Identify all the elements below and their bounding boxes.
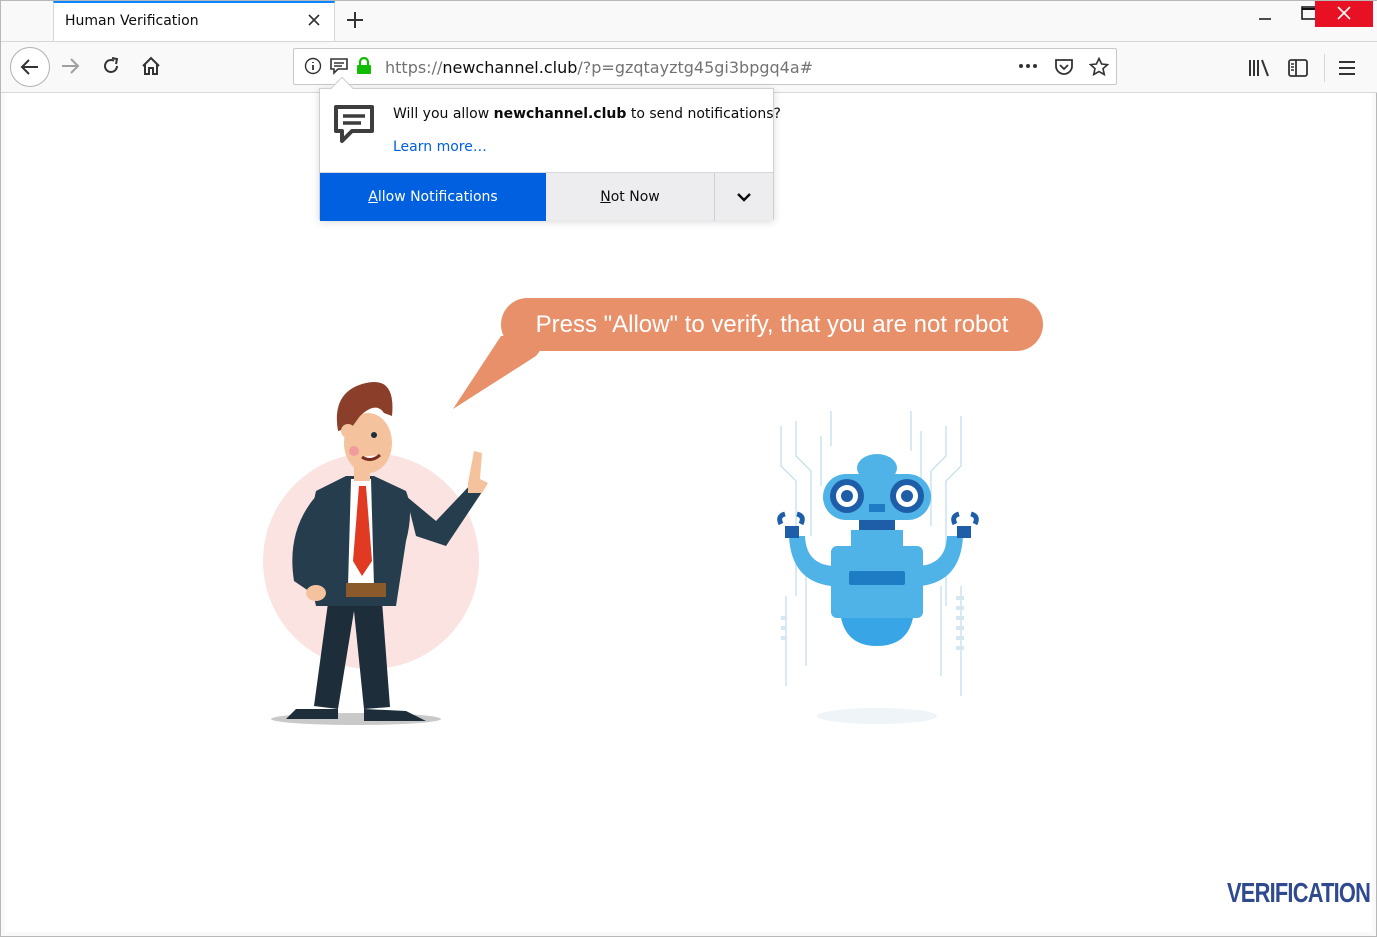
- new-tab-button[interactable]: [342, 7, 368, 33]
- bubble-text: Press "Allow" to verify, that you are no…: [535, 310, 1009, 338]
- home-button[interactable]: [134, 49, 168, 83]
- url-scheme: https://: [385, 58, 443, 77]
- reload-button[interactable]: [94, 49, 128, 83]
- message-suffix: to send notifications?: [626, 106, 781, 122]
- url-path: /?p=gzqtayztg45gi3bpgq4a#: [577, 58, 814, 77]
- message-prefix: Will you allow: [393, 106, 494, 122]
- popup-button-row: Allow Notifications Not Now: [320, 172, 773, 221]
- url-host: newchannel.club: [442, 58, 578, 77]
- notification-permission-popup: Will you allow newchannel.club to send n…: [319, 76, 781, 221]
- forward-arrow-icon: [62, 58, 80, 74]
- popup-message: Will you allow newchannel.club to send n…: [393, 106, 781, 122]
- not-now-button-label: Not Now: [600, 189, 660, 205]
- businessman-illustration: [263, 381, 488, 725]
- reload-icon: [104, 57, 119, 73]
- allow-notifications-button[interactable]: Allow Notifications: [320, 173, 546, 221]
- forward-button[interactable]: [53, 49, 87, 83]
- chat-bubble-icon: [332, 103, 376, 151]
- tab-human-verification[interactable]: Human Verification: [53, 1, 335, 42]
- minimize-button[interactable]: [1242, 1, 1288, 27]
- toolbar-divider: [1324, 54, 1325, 82]
- back-arrow-icon: [20, 59, 38, 75]
- speech-bubble: Press "Allow" to verify, that you are no…: [501, 298, 1043, 351]
- back-button[interactable]: [10, 47, 50, 87]
- home-icon: [142, 56, 160, 75]
- url-text[interactable]: https://newchannel.club/?p=gzqtayztg45gi…: [385, 58, 813, 77]
- nav-toolbar: https://newchannel.club/?p=gzqtayztg45gi…: [1, 41, 1377, 93]
- close-window-button[interactable]: [1315, 1, 1373, 27]
- library-icon[interactable]: [1247, 58, 1271, 82]
- browser-window: Human Verification https://newchannel.cl…: [0, 0, 1377, 937]
- page-actions-icon[interactable]: [1017, 56, 1039, 80]
- learn-more-link[interactable]: Learn more…: [393, 139, 487, 155]
- sidebar-icon[interactable]: [1287, 58, 1309, 82]
- hamburger-menu-icon[interactable]: [1337, 58, 1357, 82]
- verification-logo: VERIFICATION: [1227, 877, 1371, 908]
- more-options-dropdown[interactable]: [715, 173, 773, 221]
- message-host: newchannel.club: [493, 106, 627, 122]
- not-now-button[interactable]: Not Now: [546, 173, 715, 221]
- tab-title: Human Verification: [65, 13, 199, 29]
- chevron-down-icon: [737, 193, 751, 202]
- bookmark-star-icon[interactable]: [1088, 56, 1110, 81]
- robot-illustration: [777, 411, 979, 724]
- notification-permission-icon[interactable]: [329, 57, 349, 79]
- pocket-icon[interactable]: [1054, 57, 1074, 81]
- url-bar[interactable]: https://newchannel.club/?p=gzqtayztg45gi…: [293, 48, 1117, 85]
- allow-button-label: Allow Notifications: [368, 189, 498, 205]
- tab-bar: Human Verification: [1, 1, 1377, 42]
- secure-lock-icon[interactable]: [356, 56, 372, 79]
- close-tab-icon[interactable]: [304, 10, 324, 30]
- info-icon[interactable]: [304, 57, 322, 79]
